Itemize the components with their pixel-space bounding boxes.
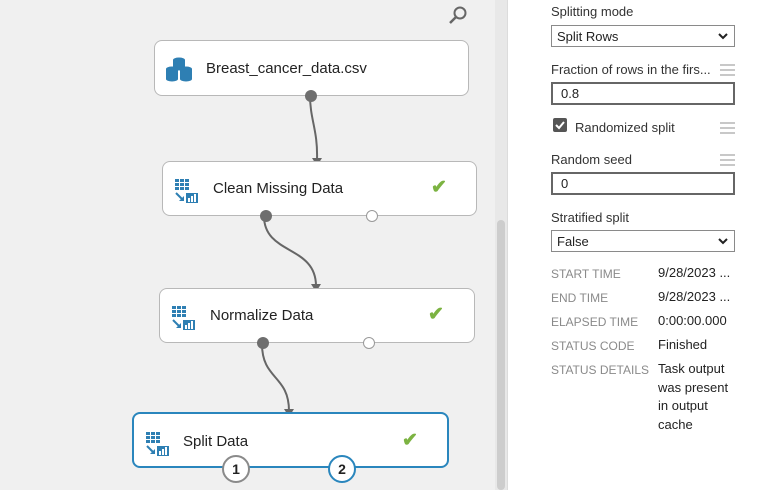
node-label: Normalize Data bbox=[210, 307, 314, 324]
status-details-key: STATUS DETAILS bbox=[551, 363, 650, 377]
node-label: Clean Missing Data bbox=[213, 180, 344, 197]
module-icon bbox=[144, 431, 170, 462]
fraction-label: Fraction of rows in the firs... bbox=[551, 62, 711, 77]
output-port[interactable] bbox=[257, 337, 269, 349]
output-port-2[interactable]: 2 bbox=[328, 455, 356, 483]
elapsed-time-key: ELAPSED TIME bbox=[551, 315, 639, 329]
splitting-mode-select[interactable]: Split Rows bbox=[551, 25, 735, 47]
module-icon bbox=[170, 305, 196, 336]
output-port[interactable] bbox=[260, 210, 272, 222]
checkmark-icon: ✔ bbox=[428, 304, 444, 325]
start-time-key: START TIME bbox=[551, 267, 621, 281]
wire-dataset-to-clean bbox=[309, 94, 319, 161]
status-details-value: Task output was present in output cache bbox=[658, 361, 729, 432]
stratified-split-label: Stratified split bbox=[551, 210, 630, 225]
output-port[interactable] bbox=[366, 210, 378, 222]
random-seed-input[interactable]: 0 bbox=[551, 172, 735, 195]
elapsed-time-value: 0:00:00.000 bbox=[658, 313, 727, 328]
normalize-data-node[interactable]: Normalize Data ✔ bbox=[159, 288, 475, 349]
end-time-value: 9/28/2023 ... bbox=[658, 289, 731, 304]
output-port[interactable] bbox=[363, 337, 375, 349]
start-time-value: 9/28/2023 ... bbox=[658, 265, 731, 280]
drag-handle-icon[interactable] bbox=[720, 64, 735, 76]
end-time-key: END TIME bbox=[551, 291, 609, 305]
node-label: Split Data bbox=[183, 433, 249, 450]
split-data-node[interactable]: Split Data ✔ 1 2 bbox=[132, 412, 449, 483]
chevron-down-icon bbox=[717, 235, 729, 250]
properties-panel: Splitting mode Split Rows Fraction of ro… bbox=[507, 0, 763, 490]
node-label: Breast_cancer_data.csv bbox=[206, 60, 367, 77]
clean-missing-data-node[interactable]: Clean Missing Data ✔ bbox=[162, 161, 477, 222]
drag-handle-icon[interactable] bbox=[720, 154, 735, 166]
wire-clean-to-normalize bbox=[263, 215, 317, 287]
module-icon bbox=[173, 178, 199, 209]
output-port-1[interactable]: 1 bbox=[222, 455, 250, 483]
splitting-mode-value: Split Rows bbox=[557, 28, 619, 44]
splitting-mode-label: Splitting mode bbox=[551, 4, 634, 19]
wire-normalize-to-split bbox=[261, 343, 290, 412]
drag-handle-icon[interactable] bbox=[720, 122, 735, 134]
stratified-split-select[interactable]: False bbox=[551, 230, 735, 252]
random-seed-label: Random seed bbox=[551, 152, 632, 167]
status-code-key: STATUS CODE bbox=[551, 339, 635, 353]
status-code-value: Finished bbox=[658, 337, 708, 352]
search-icon[interactable] bbox=[448, 5, 468, 25]
canvas-scrollbar-thumb[interactable] bbox=[497, 220, 505, 490]
experiment-canvas[interactable]: Breast_cancer_data.csv Clean Missing Dat… bbox=[0, 0, 495, 490]
fraction-input[interactable]: 0.8 bbox=[551, 82, 735, 105]
randomized-split-checkbox[interactable] bbox=[553, 118, 567, 132]
checkmark-icon: ✔ bbox=[431, 177, 447, 198]
stratified-split-value: False bbox=[557, 233, 589, 249]
randomized-split-label: Randomized split bbox=[575, 120, 675, 135]
checkmark-icon: ✔ bbox=[402, 430, 418, 451]
output-port[interactable] bbox=[305, 90, 317, 102]
chevron-down-icon bbox=[717, 30, 729, 45]
dataset-icon bbox=[165, 55, 193, 88]
dataset-node[interactable]: Breast_cancer_data.csv bbox=[154, 40, 469, 102]
